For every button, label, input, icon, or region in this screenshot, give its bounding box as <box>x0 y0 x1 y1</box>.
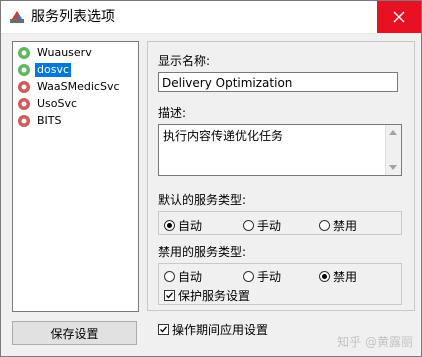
display-name-label: 显示名称: <box>158 54 211 68</box>
list-item-label: UsoSvc <box>37 97 78 110</box>
protect-settings-checkbox[interactable]: 保护服务设置 <box>164 287 250 304</box>
radio-circle <box>243 220 254 231</box>
description-field[interactable]: 执行内容传递优化任务 <box>158 124 402 176</box>
default-auto-radio[interactable]: 自动 <box>164 217 202 234</box>
checkbox-label: 保护服务设置 <box>178 289 251 303</box>
default-type-label: 默认的服务类型: <box>158 193 247 207</box>
disabled-manual-radio[interactable]: 手动 <box>243 268 281 285</box>
service-gear-icon <box>18 47 30 59</box>
save-settings-button[interactable]: 保存设置 <box>12 321 137 345</box>
description-label: 描述: <box>158 106 187 120</box>
service-gear-icon <box>18 98 30 110</box>
service-gear-icon <box>18 64 30 76</box>
radio-circle <box>319 220 330 231</box>
scroll-up-icon[interactable] <box>389 130 397 135</box>
display-name-field[interactable]: Delivery Optimization <box>158 72 398 92</box>
radio-label: 手动 <box>257 270 282 284</box>
list-item-label: dosvc <box>35 63 72 77</box>
disabled-type-group: 自动 手动 禁用 保护服务设置 <box>158 263 402 305</box>
apply-during-operation-checkbox[interactable]: 操作期间应用设置 <box>158 321 268 338</box>
check-icon <box>160 326 167 333</box>
list-item[interactable]: UsoSvc <box>16 96 79 112</box>
radio-label: 手动 <box>257 219 282 233</box>
service-gear-icon <box>18 115 30 127</box>
list-item-label: WaaSMedicSvc <box>37 80 120 93</box>
radio-label: 禁用 <box>333 219 358 233</box>
checkbox-label: 操作期间应用设置 <box>172 323 269 337</box>
checkbox-box <box>158 324 169 335</box>
watermark: 知乎 @黄露丽 <box>337 335 413 349</box>
disabled-type-label: 禁用的服务类型: <box>158 245 247 259</box>
radio-label: 自动 <box>178 219 203 233</box>
app-icon <box>10 11 24 23</box>
default-disabled-radio[interactable]: 禁用 <box>319 217 357 234</box>
description-scrollbar[interactable] <box>385 125 401 175</box>
service-gear-icon <box>18 81 30 93</box>
close-icon <box>393 11 405 23</box>
scroll-down-icon[interactable] <box>389 165 397 170</box>
default-manual-radio[interactable]: 手动 <box>243 217 281 234</box>
radio-circle <box>164 271 175 282</box>
radio-label: 自动 <box>178 270 203 284</box>
radio-label: 禁用 <box>333 270 358 284</box>
disabled-auto-radio[interactable]: 自动 <box>164 268 202 285</box>
list-item[interactable]: dosvc <box>16 62 72 78</box>
radio-circle <box>243 271 254 282</box>
disabled-disabled-radio[interactable]: 禁用 <box>319 268 357 285</box>
radio-circle <box>164 220 175 231</box>
description-text: 执行内容传递优化任务 <box>163 129 284 143</box>
window-title: 服务列表选项 <box>31 9 115 25</box>
settings-panel: 显示名称: Delivery Optimization 描述: 执行内容传递优化… <box>147 41 415 311</box>
list-item[interactable]: WaaSMedicSvc <box>16 79 122 95</box>
check-icon <box>166 292 173 299</box>
dialog-window: 服务列表选项 Wuauserv dosvc WaaSMedicSvc UsoSv… <box>0 0 422 357</box>
list-item[interactable]: Wuauserv <box>16 45 94 61</box>
title-bar[interactable]: 服务列表选项 <box>1 1 421 34</box>
list-item[interactable]: BITS <box>16 113 64 129</box>
list-item-label: BITS <box>37 114 62 127</box>
list-item-label: Wuauserv <box>37 46 92 59</box>
checkbox-box <box>164 290 175 301</box>
close-button[interactable] <box>377 1 421 33</box>
default-type-group: 自动 手动 禁用 <box>158 211 402 235</box>
radio-circle <box>319 271 330 282</box>
service-list[interactable]: Wuauserv dosvc WaaSMedicSvc UsoSvc BITS <box>12 41 139 312</box>
